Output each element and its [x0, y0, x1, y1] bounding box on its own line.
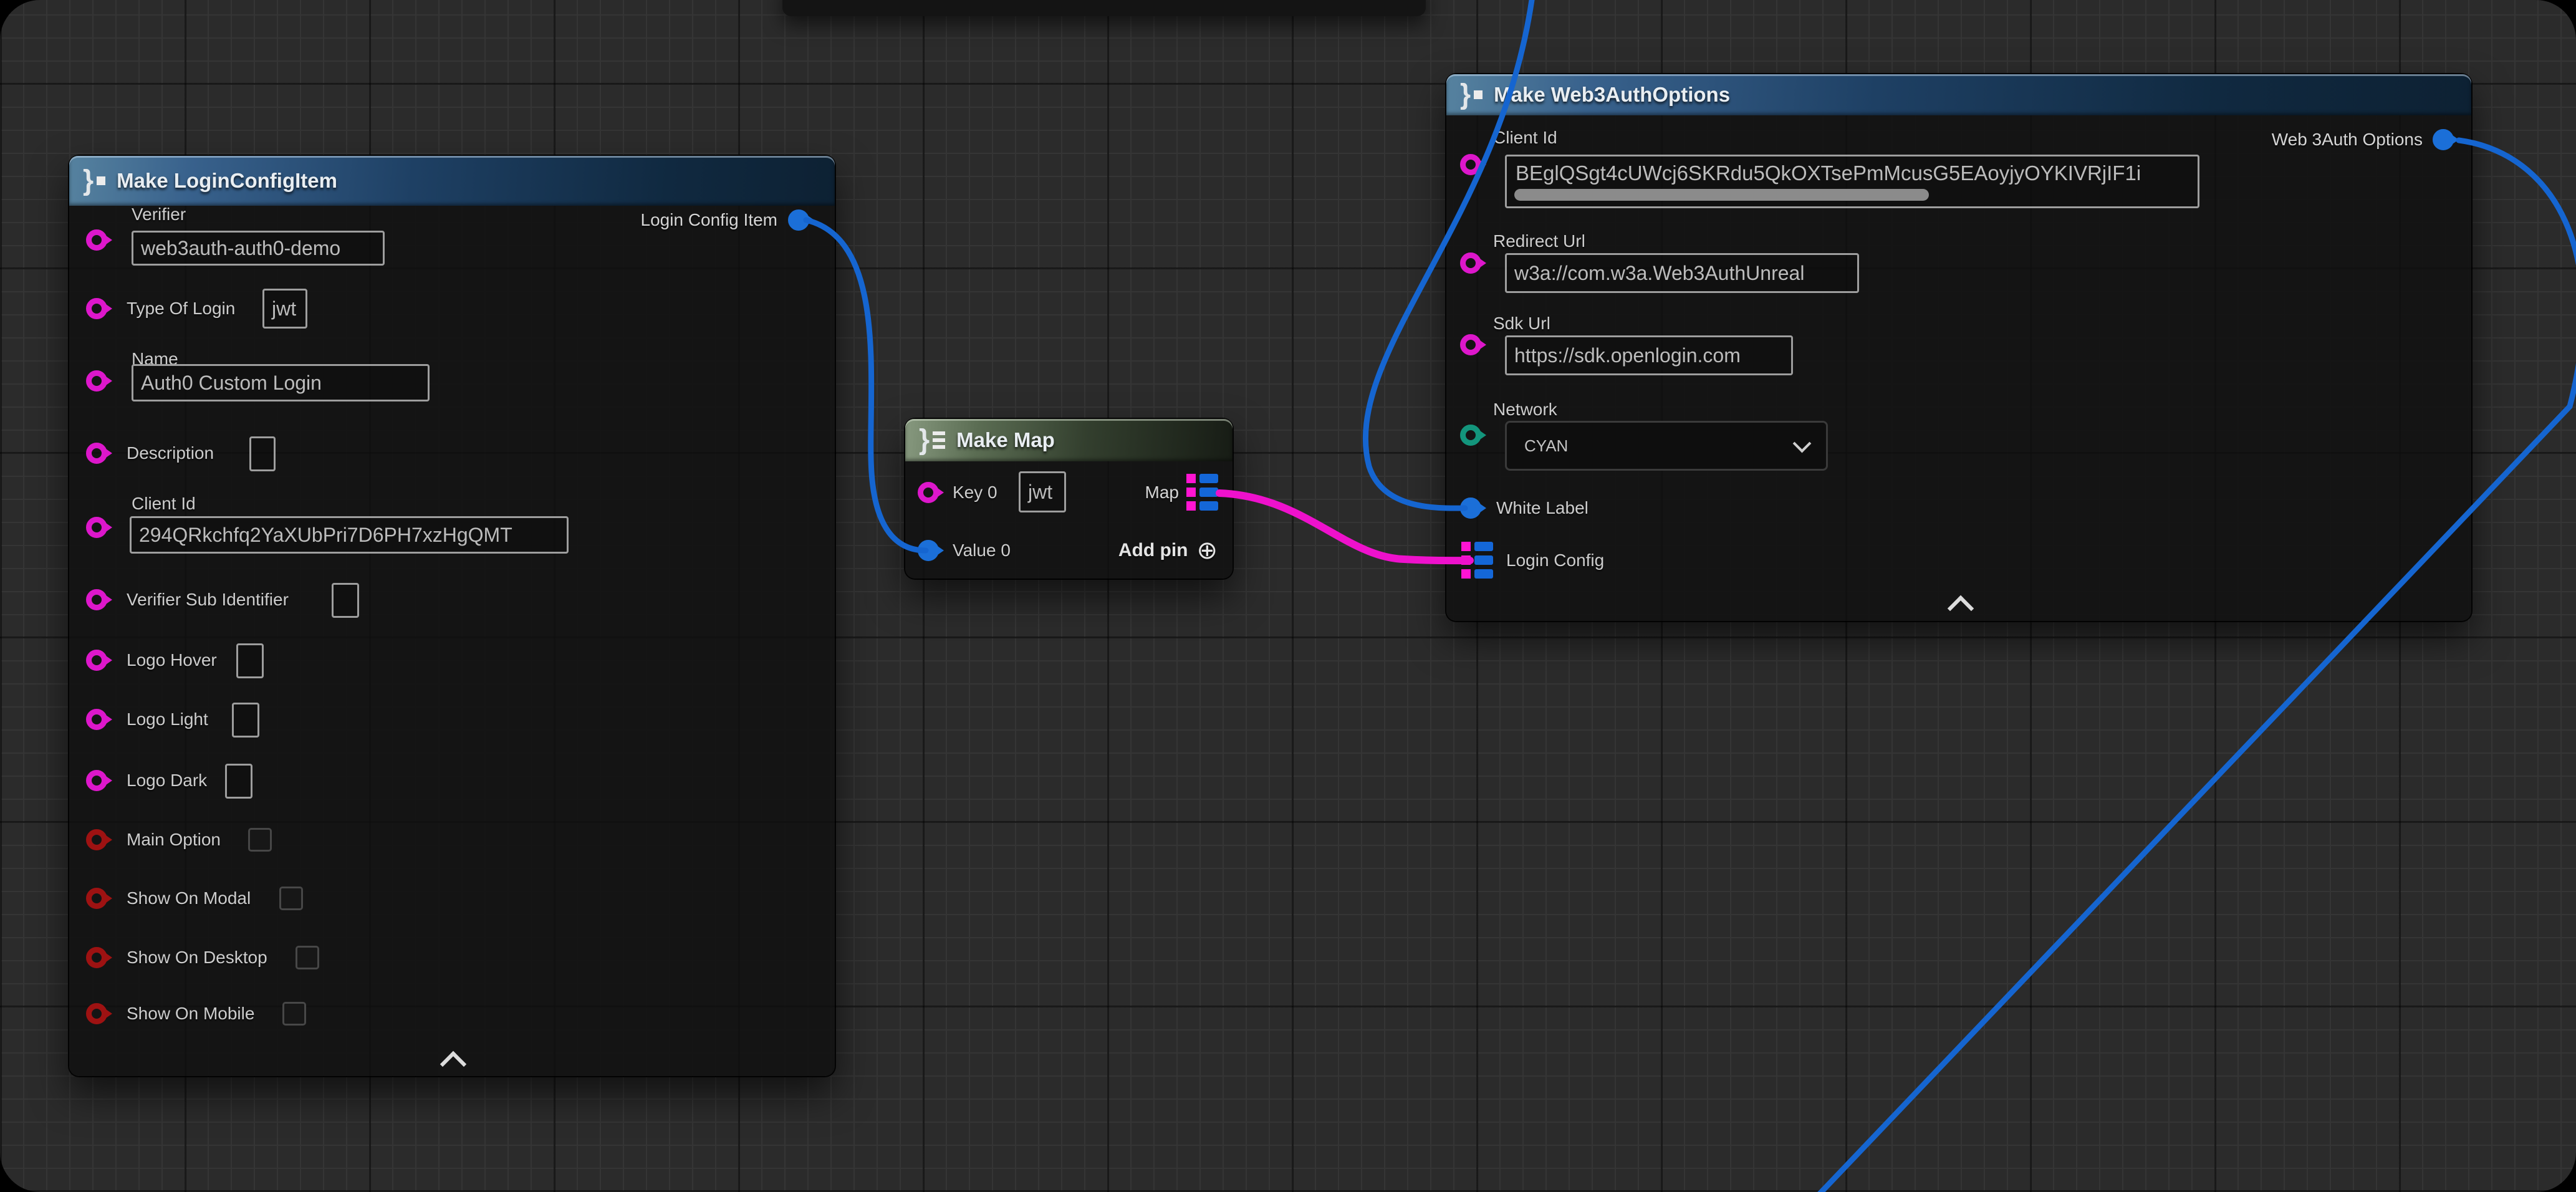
make-map-icon: }: [919, 426, 945, 454]
output-pin-login-config-item[interactable]: [788, 209, 809, 231]
redirect-url-field[interactable]: w3a://com.w3a.Web3AuthUnreal: [1505, 253, 1859, 293]
input-pin-white-label[interactable]: [1460, 497, 1481, 519]
wire-map-to-login-config[interactable]: [1219, 493, 1470, 560]
blueprint-canvas[interactable]: } Make LoginConfigItem Login Config Item…: [0, 0, 2576, 1192]
input-pin-show-on-desktop[interactable]: [86, 947, 107, 968]
pin-label-description: Description: [127, 442, 214, 464]
collapse-chevron-icon[interactable]: [440, 1051, 466, 1077]
input-pin-show-on-mobile[interactable]: [86, 1003, 107, 1024]
input-pin-client-id[interactable]: [86, 517, 107, 538]
logo-light-field[interactable]: [232, 703, 259, 738]
output-pin-label: Web 3Auth Options: [2272, 128, 2423, 151]
client-id-field[interactable]: 294QRkchfq2YaXUbPri7D6PH7xzHgQMT: [130, 516, 569, 554]
make-struct-icon: }: [1460, 81, 1483, 108]
pin-label-main-option: Main Option: [127, 829, 221, 851]
output-pin-web3auth-options[interactable]: [2433, 129, 2454, 150]
pin-label-show-on-mobile: Show On Mobile: [127, 1002, 254, 1025]
node-make-loginconfigitem[interactable]: } Make LoginConfigItem Login Config Item…: [69, 156, 835, 1076]
network-dropdown[interactable]: CYAN: [1505, 421, 1828, 471]
description-field[interactable]: [249, 436, 276, 471]
dropdown-chevron-icon: [1793, 434, 1812, 453]
pin-label-sdk-url: Sdk Url: [1493, 312, 1550, 335]
add-pin-button[interactable]: Add pin⊕: [1118, 536, 1218, 565]
pin-label-logo-hover: Logo Hover: [127, 649, 217, 671]
input-pin-name[interactable]: [86, 370, 107, 392]
input-pin-key-0[interactable]: [918, 482, 939, 503]
input-pin-redirect-url[interactable]: [1460, 252, 1481, 274]
output-pin-label: Login Config Item: [641, 209, 777, 231]
node-title: Make LoginConfigItem: [117, 169, 337, 193]
field-scrollbar[interactable]: [1514, 189, 1929, 201]
sdk-url-field[interactable]: https://sdk.openlogin.com: [1505, 335, 1793, 375]
verifier-sub-identifier-field[interactable]: [332, 583, 359, 618]
pin-label-logo-light: Logo Light: [127, 708, 208, 731]
output-pin-label-map: Map: [1145, 481, 1179, 504]
node-make-map[interactable]: } Make Map Key 0 jwt Map Value 0 Add pin…: [905, 419, 1233, 579]
input-pin-logo-hover[interactable]: [86, 650, 107, 671]
node-make-web3authoptions[interactable]: } Make Web3AuthOptions Web 3Auth Options…: [1446, 74, 2471, 621]
logo-dark-field[interactable]: [225, 764, 252, 799]
input-pin-verifier[interactable]: [86, 229, 107, 251]
verifier-field[interactable]: web3auth-auth0-demo: [132, 231, 385, 266]
input-pin-client-id[interactable]: [1460, 154, 1481, 175]
input-pin-main-option[interactable]: [86, 829, 107, 850]
output-pin-map[interactable]: [1186, 474, 1218, 511]
pin-label-client-id: Client Id: [132, 493, 196, 515]
node-header-loginconfigitem[interactable]: } Make LoginConfigItem: [69, 156, 835, 206]
pin-label-show-on-desktop: Show On Desktop: [127, 946, 267, 969]
pin-label-network: Network: [1493, 398, 1557, 421]
show-on-mobile-checkbox[interactable]: [282, 1002, 306, 1026]
pin-label-verifier-sub-identifier: Verifier Sub Identifier: [127, 589, 289, 611]
node-title: Make Map: [956, 428, 1055, 452]
input-pin-login-config[interactable]: [1461, 542, 1493, 579]
input-pin-verifier-sub-identifier[interactable]: [86, 589, 107, 610]
input-pin-sdk-url[interactable]: [1460, 334, 1481, 355]
pin-label-white-label: White Label: [1496, 497, 1588, 519]
input-pin-show-on-modal[interactable]: [86, 888, 107, 909]
pin-label-type-of-login: Type Of Login: [127, 297, 235, 320]
pin-label-client-id: Client Id: [1493, 127, 1557, 149]
client-id-field[interactable]: BEglQSgt4cUWcj6SKRdu5QkOXTsePmMcusG5EAoy…: [1505, 155, 2199, 208]
add-pin-icon: ⊕: [1196, 536, 1218, 565]
offscreen-node-edge: [782, 0, 1426, 16]
node-header-make-map[interactable]: } Make Map: [905, 419, 1233, 461]
show-on-desktop-checkbox[interactable]: [296, 946, 319, 969]
pin-label-login-config: Login Config: [1506, 549, 1604, 572]
pin-label-logo-dark: Logo Dark: [127, 769, 207, 792]
logo-hover-field[interactable]: [236, 643, 264, 678]
name-field[interactable]: Auth0 Custom Login: [132, 364, 430, 401]
input-pin-logo-dark[interactable]: [86, 770, 107, 791]
node-header-web3authoptions[interactable]: } Make Web3AuthOptions: [1446, 74, 2471, 115]
input-pin-network[interactable]: [1460, 425, 1481, 446]
pin-label-verifier: Verifier: [132, 203, 186, 226]
pin-label-value-0: Value 0: [953, 539, 1011, 562]
make-struct-icon: }: [83, 167, 105, 195]
input-pin-value-0[interactable]: [918, 540, 939, 561]
node-title: Make Web3AuthOptions: [1494, 83, 1730, 107]
collapse-chevron-icon[interactable]: [1948, 595, 1974, 622]
input-pin-description[interactable]: [86, 443, 107, 464]
input-pin-logo-light[interactable]: [86, 709, 107, 730]
input-pin-type-of-login[interactable]: [86, 298, 107, 319]
main-option-checkbox[interactable]: [248, 828, 272, 852]
type-of-login-field[interactable]: jwt: [262, 289, 307, 329]
pin-label-key-0: Key 0: [953, 481, 997, 504]
pin-label-redirect-url: Redirect Url: [1493, 230, 1585, 252]
show-on-modal-checkbox[interactable]: [279, 887, 303, 910]
pin-label-show-on-modal: Show On Modal: [127, 887, 251, 910]
key-0-field[interactable]: jwt: [1019, 471, 1066, 512]
